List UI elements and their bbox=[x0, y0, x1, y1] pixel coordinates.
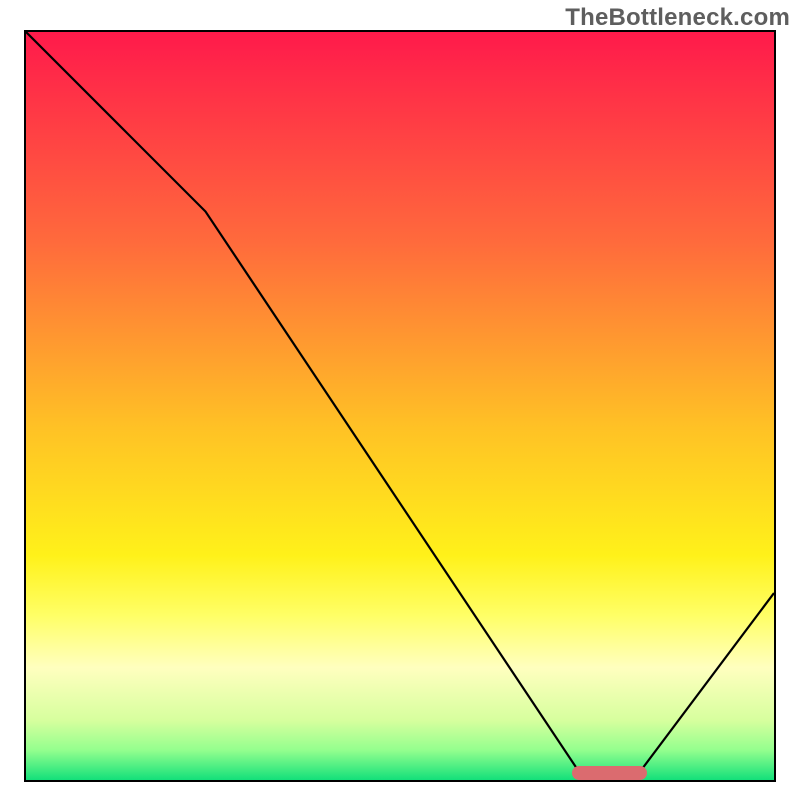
plot-area bbox=[24, 30, 776, 782]
attribution-text: TheBottleneck.com bbox=[565, 4, 790, 32]
optimal-range-marker bbox=[572, 766, 647, 780]
bottleneck-curve bbox=[26, 32, 774, 780]
chart-frame: TheBottleneck.com bbox=[0, 0, 800, 800]
